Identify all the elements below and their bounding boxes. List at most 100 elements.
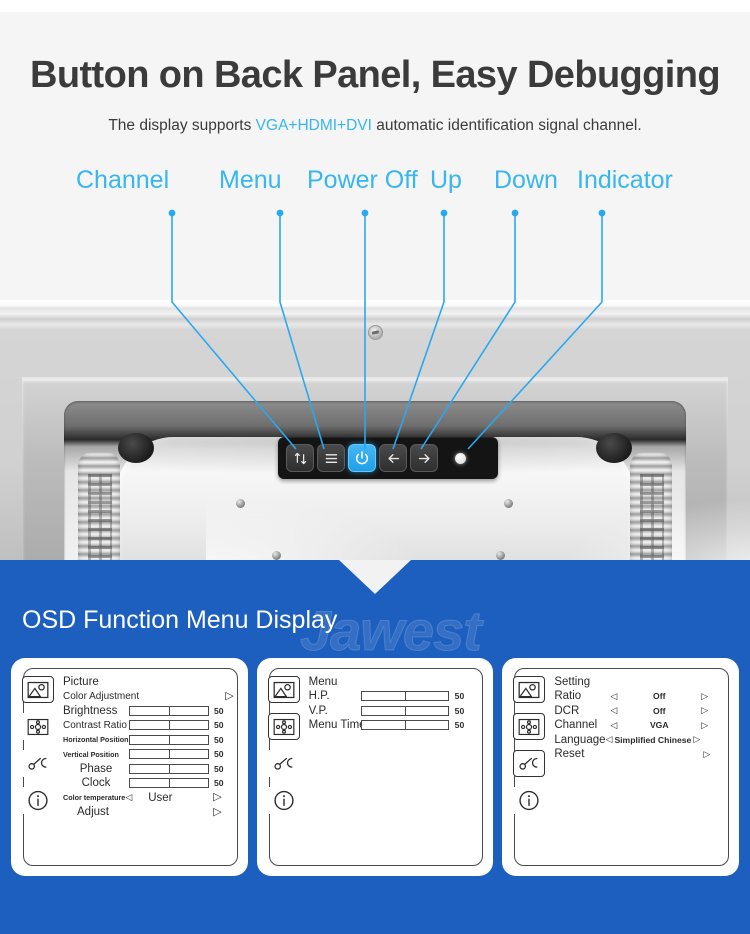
setting-panel-body: Setting Ratio ◁ Off ▷ DCR ◁ Off ▷ Channe… (554, 676, 725, 864)
row-label: Reset (554, 748, 585, 760)
picture-icon-tab[interactable] (267, 676, 300, 703)
row-value: Off (653, 705, 666, 716)
row-label: Vertical Position (63, 749, 119, 759)
row-label: V.P. (308, 704, 328, 717)
picture-panel-title: Picture (63, 676, 99, 688)
tools-icon (274, 757, 293, 770)
chevron-left-icon[interactable]: ◁ (610, 720, 617, 730)
row-horizontal-position[interactable]: Horizontal Position 50 (63, 733, 234, 747)
info-icon (28, 790, 48, 811)
chevron-right-icon[interactable]: ▷ (693, 735, 700, 744)
row-contrast-ratio[interactable]: Contrast Ratio 50 (63, 718, 234, 732)
menu-panel-body: Menu H.P. 50 V.P. 50 Menu Time 50 (309, 676, 480, 864)
row-label: Phase (79, 762, 113, 775)
picture-icon (273, 681, 295, 698)
row-label: Channel (554, 719, 598, 731)
section-notch (339, 560, 411, 594)
row-color-adjustment[interactable]: Color Adjustment ▷ (63, 689, 234, 703)
row-dcr[interactable]: DCR ◁ Off ▷ (554, 704, 725, 718)
clock-slider[interactable] (129, 778, 209, 788)
chevron-right-icon: ▷ (225, 689, 234, 702)
osd-menu-icon (27, 718, 49, 735)
osd-menu-icon-tab[interactable] (513, 713, 546, 740)
row-label: Language (554, 733, 606, 746)
row-hp[interactable]: H.P. 50 (309, 689, 480, 703)
row-value: 50 (454, 705, 465, 716)
row-value: 50 (214, 749, 224, 759)
row-clock[interactable]: Clock 50 (63, 776, 234, 790)
row-value: 50 (214, 720, 224, 730)
row-value: Simplified Chinese (614, 734, 692, 745)
info-icon (519, 790, 539, 811)
chevron-right-icon[interactable]: ▷ (213, 806, 221, 818)
vertical-position-slider[interactable] (129, 749, 209, 759)
row-ratio[interactable]: Ratio ◁ Off ▷ (554, 689, 725, 703)
chevron-right-icon[interactable]: ▷ (701, 706, 708, 715)
horizontal-position-slider[interactable] (129, 734, 209, 745)
callout-lines (168, 209, 606, 450)
picture-panel-icon-column (19, 676, 57, 814)
osd-menu-icon-tab[interactable] (22, 713, 54, 740)
chevron-right-icon[interactable]: ▷ (701, 691, 708, 701)
vp-slider[interactable] (360, 705, 449, 716)
row-label: Color Adjustment (63, 690, 140, 702)
osd-panels: Picture Color Adjustment ▷ Brightness 50… (0, 658, 750, 876)
picture-icon-tab[interactable] (513, 676, 546, 703)
picture-icon (518, 681, 540, 698)
hp-slider[interactable] (360, 691, 449, 701)
hero-section: Button on Back Panel, Easy Debugging The… (0, 12, 750, 560)
row-label: H.P. (308, 690, 330, 702)
row-channel[interactable]: Channel ◁ VGA ▷ (554, 718, 725, 732)
chevron-left-icon[interactable]: ◁ (606, 735, 613, 744)
info-icon-tab[interactable] (267, 787, 300, 814)
tools-icon (519, 757, 538, 770)
row-label: Color temperature (63, 793, 126, 802)
info-icon (274, 790, 294, 811)
row-menu-time[interactable]: Menu Time 50 (309, 718, 480, 732)
row-vp[interactable]: V.P. 50 (309, 704, 480, 718)
row-adjust[interactable]: Adjust ▷ (63, 805, 234, 819)
row-label: Brightness (63, 704, 118, 717)
row-value: 50 (454, 720, 465, 730)
chevron-left-icon[interactable]: ◁ (610, 691, 617, 701)
osd-menu-icon-tab[interactable] (267, 713, 300, 740)
row-label: Ratio (554, 690, 582, 702)
chevron-right-icon[interactable]: ▷ (703, 749, 710, 759)
tools-icon (28, 757, 47, 770)
row-vertical-position[interactable]: Vertical Position 50 (63, 747, 234, 761)
info-icon-tab[interactable] (513, 787, 546, 814)
row-phase[interactable]: Phase 50 (63, 762, 234, 776)
contrast-slider[interactable] (129, 720, 209, 730)
row-label: DCR (554, 704, 580, 717)
tools-icon-tab[interactable] (513, 750, 546, 777)
picture-panel: Picture Color Adjustment ▷ Brightness 50… (11, 658, 248, 876)
picture-panel-body: Picture Color Adjustment ▷ Brightness 50… (63, 676, 234, 864)
brightness-slider[interactable] (129, 705, 209, 716)
picture-icon-tab[interactable] (22, 676, 54, 703)
setting-panel: Setting Ratio ◁ Off ▷ DCR ◁ Off ▷ Channe… (502, 658, 740, 876)
setting-panel-title: Setting (554, 676, 591, 688)
chevron-right-icon[interactable]: ▷ (213, 792, 221, 803)
row-reset[interactable]: Reset ▷ (554, 747, 725, 761)
row-brightness[interactable]: Brightness 50 (63, 704, 234, 718)
menu-panel-icon-column (265, 676, 303, 814)
row-label: Menu Time (308, 719, 366, 731)
row-language[interactable]: Language ◁ Simplified Chinese ▷ (554, 733, 725, 747)
menu-panel: Menu H.P. 50 V.P. 50 Menu Time 50 (256, 658, 494, 876)
chevron-left-icon[interactable]: ◁ (125, 793, 132, 802)
tools-icon-tab[interactable] (22, 750, 54, 777)
menu-panel-title: Menu (308, 676, 338, 688)
phase-slider[interactable] (129, 763, 209, 774)
row-label: Adjust (77, 806, 109, 818)
row-value: Off (653, 691, 666, 701)
menu-time-slider[interactable] (360, 720, 449, 730)
chevron-left-icon[interactable]: ◁ (610, 706, 617, 715)
info-icon-tab[interactable] (22, 787, 54, 814)
osd-menu-icon (518, 718, 540, 735)
row-color-temperature[interactable]: Color temperature ◁ User ▷ (63, 791, 234, 805)
chevron-right-icon[interactable]: ▷ (701, 720, 708, 730)
page-root: Button on Back Panel, Easy Debugging The… (0, 0, 750, 934)
row-value: 50 (454, 691, 465, 701)
tools-icon-tab[interactable] (267, 750, 300, 777)
row-value: 50 (214, 778, 224, 788)
